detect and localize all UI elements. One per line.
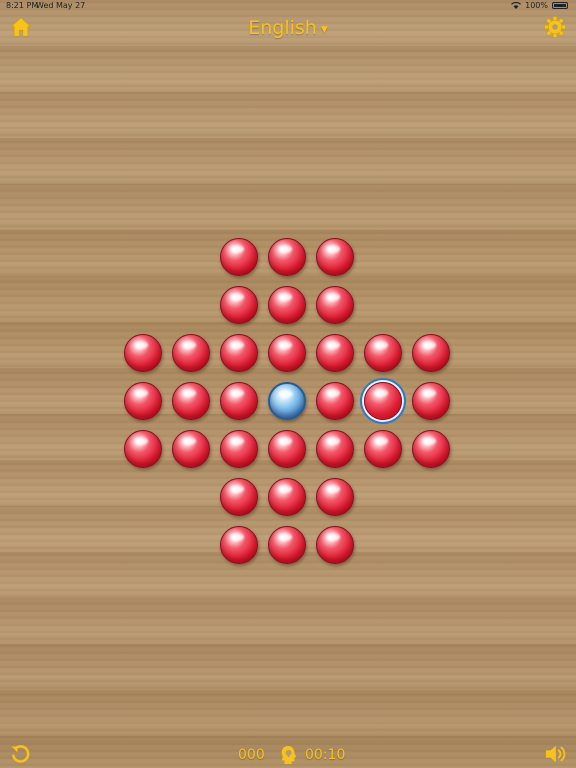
peg[interactable] [172,334,210,372]
peg[interactable] [412,430,450,468]
peg[interactable] [316,334,354,372]
peg[interactable] [412,382,450,420]
peg[interactable] [268,430,306,468]
peg[interactable] [268,526,306,564]
timer: 00:10 [305,747,346,763]
peg[interactable] [364,430,402,468]
empty-hole[interactable] [268,382,306,420]
peg[interactable] [220,478,258,516]
speaker-icon[interactable] [544,744,566,764]
peg[interactable] [220,238,258,276]
peg[interactable] [220,286,258,324]
peg[interactable] [316,382,354,420]
peg[interactable] [220,382,258,420]
peg[interactable] [268,238,306,276]
peg[interactable] [316,238,354,276]
peg[interactable] [316,286,354,324]
peg[interactable] [220,526,258,564]
peg[interactable] [124,382,162,420]
peg[interactable] [268,478,306,516]
peg[interactable] [268,286,306,324]
bottom-bar: 000 00:10 [0,740,576,768]
peg[interactable] [316,430,354,468]
lightbulb-head-icon[interactable] [280,745,298,765]
selected-peg[interactable] [364,382,402,420]
move-counter: 000 [238,747,265,763]
peg[interactable] [124,430,162,468]
peg[interactable] [316,526,354,564]
peg[interactable] [220,334,258,372]
undo-icon[interactable] [10,744,30,764]
peg[interactable] [316,478,354,516]
peg[interactable] [220,430,258,468]
peg[interactable] [172,382,210,420]
peg[interactable] [172,430,210,468]
peg-board [0,0,576,768]
peg[interactable] [364,334,402,372]
peg[interactable] [412,334,450,372]
peg[interactable] [268,334,306,372]
peg[interactable] [124,334,162,372]
